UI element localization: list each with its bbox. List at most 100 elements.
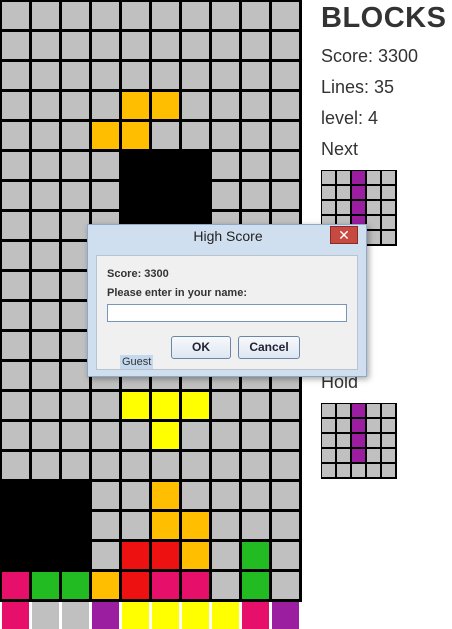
orange-block — [122, 122, 149, 149]
hold-piece-preview — [321, 403, 397, 479]
empty-cell — [122, 482, 149, 509]
empty-cell — [272, 2, 299, 29]
empty-cell — [62, 32, 89, 59]
empty-cell — [122, 422, 149, 449]
empty-cell — [242, 452, 269, 479]
empty-cell — [2, 92, 29, 119]
empty-cell — [272, 422, 299, 449]
black-block — [122, 152, 149, 179]
empty-cell — [242, 482, 269, 509]
empty-cell — [92, 392, 119, 419]
empty-cell — [382, 171, 395, 184]
cancel-button[interactable]: Cancel — [238, 336, 300, 359]
empty-cell — [122, 512, 149, 539]
yellow-block — [122, 602, 149, 629]
purple-block — [352, 171, 365, 184]
yellow-block — [152, 392, 179, 419]
empty-cell — [272, 152, 299, 179]
empty-cell — [322, 419, 335, 432]
empty-cell — [62, 392, 89, 419]
empty-cell — [367, 419, 380, 432]
empty-cell — [2, 392, 29, 419]
empty-cell — [2, 212, 29, 239]
red-block — [122, 572, 149, 599]
empty-cell — [62, 62, 89, 89]
empty-cell — [272, 392, 299, 419]
empty-cell — [182, 452, 209, 479]
empty-cell — [92, 32, 119, 59]
empty-cell — [242, 182, 269, 209]
orange-block — [92, 122, 119, 149]
empty-cell — [367, 231, 380, 244]
black-block — [2, 542, 29, 569]
empty-cell — [367, 171, 380, 184]
empty-cell — [92, 482, 119, 509]
empty-cell — [32, 302, 59, 329]
orange-block — [182, 542, 209, 569]
empty-cell — [62, 452, 89, 479]
empty-cell — [382, 464, 395, 477]
empty-cell — [367, 464, 380, 477]
dialog-score: Score: 3300 — [107, 268, 169, 280]
empty-cell — [242, 152, 269, 179]
black-block — [32, 482, 59, 509]
black-block — [182, 182, 209, 209]
empty-cell — [152, 62, 179, 89]
empty-cell — [2, 122, 29, 149]
empty-cell — [92, 62, 119, 89]
dialog-body: Score: 3300 Please enter in your name: G… — [96, 255, 358, 370]
empty-cell — [2, 272, 29, 299]
empty-cell — [382, 434, 395, 447]
purple-block — [272, 602, 299, 629]
black-block — [2, 482, 29, 509]
empty-cell — [122, 452, 149, 479]
empty-cell — [92, 92, 119, 119]
empty-cell — [62, 152, 89, 179]
empty-cell — [212, 92, 239, 119]
red-block — [122, 542, 149, 569]
empty-cell — [242, 62, 269, 89]
empty-cell — [322, 404, 335, 417]
empty-cell — [367, 404, 380, 417]
yellow-block — [212, 602, 239, 629]
yellow-block — [122, 392, 149, 419]
empty-cell — [337, 171, 350, 184]
empty-cell — [62, 122, 89, 149]
empty-cell — [122, 62, 149, 89]
empty-cell — [92, 422, 119, 449]
orange-block — [152, 512, 179, 539]
empty-cell — [272, 182, 299, 209]
empty-cell — [32, 182, 59, 209]
empty-cell — [212, 392, 239, 419]
empty-cell — [212, 182, 239, 209]
dialog-title: High Score — [193, 228, 263, 244]
empty-cell — [32, 272, 59, 299]
high-score-dialog: High Score ✕ Score: 3300 Please enter in… — [87, 224, 367, 377]
empty-cell — [2, 362, 29, 389]
empty-cell — [32, 332, 59, 359]
empty-cell — [182, 422, 209, 449]
empty-cell — [62, 362, 89, 389]
empty-cell — [92, 452, 119, 479]
empty-cell — [272, 122, 299, 149]
orange-block — [152, 482, 179, 509]
name-input[interactable]: Guest — [107, 304, 347, 369]
purple-block — [352, 201, 365, 214]
empty-cell — [382, 419, 395, 432]
empty-cell — [272, 62, 299, 89]
empty-cell — [182, 122, 209, 149]
empty-cell — [122, 32, 149, 59]
lines-label: Lines: 35 — [321, 77, 395, 97]
empty-cell — [62, 182, 89, 209]
black-block — [152, 152, 179, 179]
ok-button[interactable]: OK — [171, 336, 231, 359]
green-block — [32, 572, 59, 599]
empty-cell — [272, 92, 299, 119]
empty-cell — [32, 452, 59, 479]
empty-cell — [242, 32, 269, 59]
orange-block — [122, 92, 149, 119]
empty-cell — [32, 242, 59, 269]
empty-cell — [62, 602, 89, 629]
close-icon[interactable]: ✕ — [330, 226, 358, 244]
magenta-block — [2, 572, 29, 599]
